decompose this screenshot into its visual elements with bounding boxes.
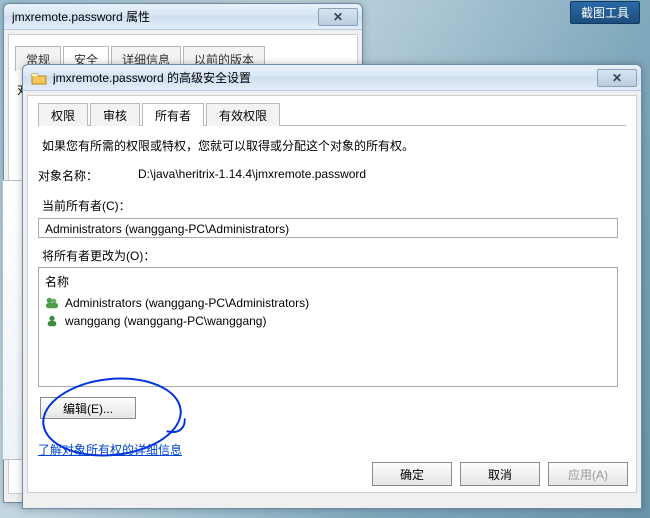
properties-titlebar[interactable]: jmxremote.password 属性 ✕: [4, 4, 362, 30]
ok-button[interactable]: 确定: [372, 462, 452, 486]
apply-button[interactable]: 应用(A): [548, 462, 628, 486]
owner-list-item-label: Administrators (wanggang-PC\Administrato…: [65, 296, 309, 310]
current-owner-label: 当前所有者(C)：: [42, 198, 622, 215]
advanced-titlebar[interactable]: jmxremote.password 的高级安全设置 ✕: [23, 65, 641, 91]
current-owner-value: Administrators (wanggang-PC\Administrato…: [38, 218, 618, 238]
advanced-security-window: jmxremote.password 的高级安全设置 ✕ 权限 审核 所有者 有…: [22, 64, 642, 509]
cancel-button[interactable]: 取消: [460, 462, 540, 486]
owner-intro-text: 如果您有所需的权限或特权，您就可以取得或分配这个对象的所有权。: [42, 138, 622, 155]
owner-list-header: 名称: [45, 271, 611, 294]
tab-effective[interactable]: 有效权限: [206, 103, 280, 126]
close-icon[interactable]: ✕: [597, 69, 637, 87]
change-owner-label: 将所有者更改为(O)：: [42, 248, 622, 265]
owner-list-item-label: wanggang (wanggang-PC\wanggang): [65, 314, 266, 328]
crop-tool-badge: 截图工具: [570, 1, 640, 24]
edit-button[interactable]: 编辑(E)...: [40, 397, 136, 419]
learn-more-link[interactable]: 了解对象所有权的详细信息: [38, 441, 182, 458]
object-name-value: D:\java\heritrix-1.14.4\jmxremote.passwo…: [138, 167, 366, 184]
tab-audit[interactable]: 审核: [90, 103, 140, 126]
folder-icon: [31, 70, 47, 86]
properties-title: jmxremote.password 属性: [12, 8, 318, 25]
advanced-title: jmxremote.password 的高级安全设置: [53, 69, 597, 86]
dialog-button-row: 确定 取消 应用(A): [372, 462, 628, 486]
close-icon[interactable]: ✕: [318, 8, 358, 26]
owner-list[interactable]: 名称 Administrators (wanggang-PC\Administr…: [38, 267, 618, 387]
advanced-tabs: 权限 审核 所有者 有效权限: [38, 102, 626, 126]
owner-list-item[interactable]: Administrators (wanggang-PC\Administrato…: [45, 294, 611, 312]
owner-list-item[interactable]: wanggang (wanggang-PC\wanggang): [45, 312, 611, 330]
object-name-label: 对象名称：: [38, 167, 138, 184]
group-icon: [45, 296, 59, 310]
user-icon: [45, 314, 59, 328]
tab-owner[interactable]: 所有者: [142, 103, 204, 126]
tab-permissions[interactable]: 权限: [38, 103, 88, 126]
background-sliver: [2, 180, 22, 460]
